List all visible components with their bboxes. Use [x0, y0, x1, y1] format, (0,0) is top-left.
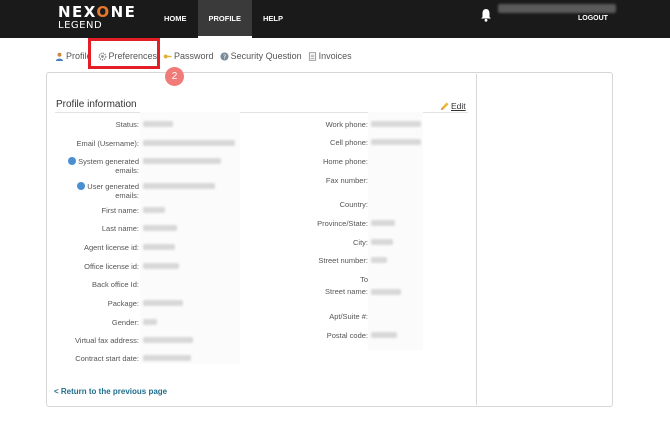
label-email: Email (Username):	[76, 139, 139, 148]
tab-password-label: Password	[174, 51, 214, 61]
label-to: To	[360, 275, 368, 284]
tab-password[interactable]: Password	[163, 51, 214, 61]
logo-text-1: NEX	[58, 3, 97, 21]
value-street-number-redacted	[371, 257, 387, 263]
logo-text-accent: O	[96, 3, 111, 21]
brand-logo[interactable]: NEXONE	[58, 3, 136, 21]
value-city-redacted	[371, 239, 393, 245]
top-navigation-bar: NEXONE LEGEND HOME PROFILE HELP LOGOUT	[0, 0, 670, 38]
question-icon: ?	[220, 51, 229, 60]
key-icon	[163, 54, 172, 58]
tab-security-question[interactable]: ? Security Question	[220, 51, 302, 61]
label-back-office: Back office Id:	[92, 280, 139, 289]
label-contract-start: Contract start date:	[75, 354, 139, 363]
value-postal-code-redacted	[371, 332, 397, 338]
label-agent-license: Agent license id:	[83, 243, 139, 252]
label-last-name: Last name:	[101, 224, 139, 233]
value-agent-license-redacted	[143, 244, 175, 250]
person-icon	[55, 52, 64, 61]
label-virtual-fax: Virtual fax address:	[74, 336, 139, 345]
value-last-name-redacted	[143, 225, 177, 231]
value-user-emails-redacted	[143, 183, 215, 189]
label-city: City:	[353, 238, 368, 247]
step-number-badge: 2	[165, 67, 184, 86]
label-first-name: First name:	[101, 206, 139, 215]
section-title: Profile information	[56, 99, 137, 110]
info-icon[interactable]	[68, 157, 77, 165]
pencil-icon	[440, 101, 449, 110]
panel-divider	[476, 74, 477, 405]
right-values-column	[368, 112, 423, 350]
info-icon[interactable]	[77, 182, 86, 190]
value-email-redacted	[143, 140, 235, 146]
label-apt-suite: Apt/Suite #:	[329, 312, 368, 321]
label-user-emails-line2: emails:	[115, 191, 139, 200]
label-package: Package:	[107, 299, 139, 308]
label-user-emails: User generated emails:	[77, 182, 139, 200]
value-status-redacted	[143, 121, 173, 127]
label-status: Status:	[115, 120, 139, 129]
svg-text:?: ?	[222, 53, 225, 60]
tab-security-question-label: Security Question	[230, 51, 302, 61]
label-system-emails-line2: emails:	[115, 166, 139, 175]
label-office-license: Office license id:	[84, 262, 139, 271]
value-gender-redacted	[143, 319, 157, 325]
label-work-phone: Work phone:	[325, 120, 368, 129]
nav-help[interactable]: HELP	[252, 0, 294, 38]
label-country: Country:	[339, 200, 368, 209]
edit-link-label: Edit	[451, 101, 466, 111]
value-province-redacted	[371, 220, 395, 226]
value-work-phone-redacted	[371, 121, 421, 127]
label-system-emails: System generated emails:	[68, 157, 139, 175]
nav-home[interactable]: HOME	[153, 0, 198, 38]
return-previous-page-link[interactable]: < Return to the previous page	[54, 387, 167, 396]
label-user-emails-line1: User generated	[87, 182, 139, 191]
value-street-name-redacted	[371, 289, 401, 295]
label-gender: Gender:	[111, 318, 139, 327]
notification-bell-icon[interactable]	[480, 8, 492, 22]
label-fax-number: Fax number:	[325, 176, 368, 185]
left-values-column	[140, 112, 240, 364]
label-province: Province/State:	[317, 219, 368, 228]
nav-profile[interactable]: PROFILE	[197, 0, 253, 38]
logo-text-2: NE	[110, 3, 137, 21]
tab-profile[interactable]: Profile	[55, 51, 92, 61]
tab-invoices[interactable]: Invoices	[308, 51, 352, 61]
document-icon	[308, 51, 316, 61]
value-package-redacted	[143, 300, 183, 306]
value-office-license-redacted	[143, 263, 179, 269]
main-nav: HOME PROFILE HELP	[153, 0, 294, 38]
label-postal-code: Postal code:	[326, 331, 368, 340]
value-virtual-fax-redacted	[143, 337, 193, 343]
value-first-name-redacted	[143, 207, 165, 213]
label-home-phone: Home phone:	[322, 157, 368, 166]
tab-invoices-label: Invoices	[318, 51, 352, 61]
edit-link[interactable]: Edit	[440, 101, 466, 111]
label-system-emails-line1: System generated	[78, 157, 139, 166]
value-system-emails-redacted	[143, 158, 221, 164]
logo-subtitle: LEGEND	[58, 20, 103, 31]
highlight-box	[88, 38, 160, 69]
label-street-name: Street name:	[325, 287, 368, 296]
value-contract-start-redacted	[143, 355, 191, 361]
label-street-number: Street number:	[318, 256, 368, 265]
value-cell-phone-redacted	[371, 139, 421, 145]
user-info-redacted	[498, 4, 616, 13]
label-cell-phone: Cell phone:	[330, 138, 368, 147]
logout-link[interactable]: LOGOUT	[578, 15, 608, 22]
